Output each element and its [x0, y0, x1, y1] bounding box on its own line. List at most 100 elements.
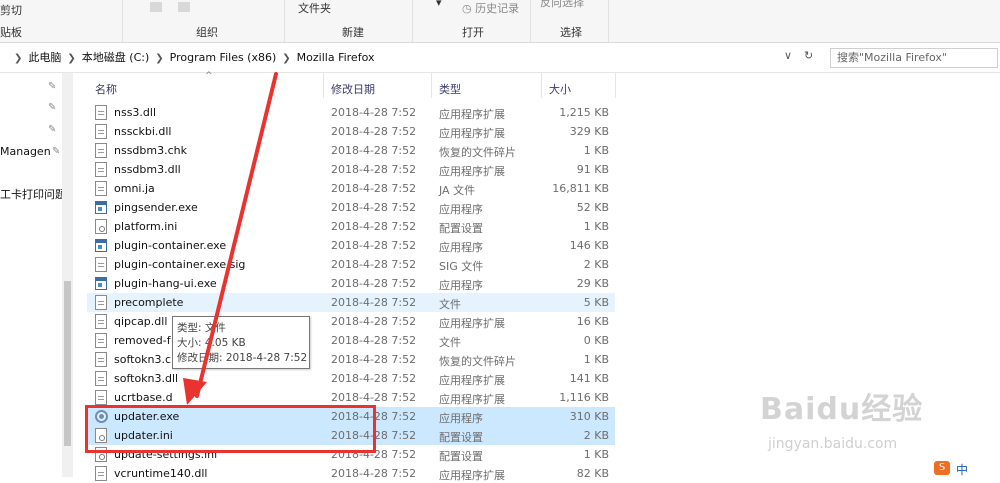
file-size: 16,811 KB [552, 182, 609, 195]
history-button[interactable]: ◷ 历史记录 [462, 0, 519, 16]
file-type: 应用程序 [439, 412, 483, 425]
cut-button[interactable]: 剪切 [0, 2, 22, 18]
file-row[interactable]: plugin-container.exe 2018-4-28 7:52 应用程序 14… [87, 236, 615, 255]
ribbon-divider [412, 0, 413, 42]
column-divider[interactable] [431, 73, 432, 98]
breadcrumb[interactable]: ❯ 此电脑 ❯ 本地磁盘 (C:) ❯ Program Files (x86) ❯ Mozil… [8, 49, 374, 65]
file-size: 52 KB [576, 201, 609, 214]
column-date-header[interactable]: 修改日期 [331, 81, 375, 97]
copy-to-icon[interactable] [178, 2, 190, 12]
column-type-header[interactable]: 类型 [439, 81, 461, 97]
file-size: 5 KB [583, 296, 609, 309]
file-row[interactable]: nssdbm3.dll 2018-4-28 7:52 应用程序扩展 91 KB [87, 160, 615, 179]
file-name: plugin-hang-ui.exe [114, 277, 217, 290]
nav-item-card-print[interactable]: 工卡打印问题 [0, 186, 66, 202]
file-row[interactable]: plugin-container.exe.sig 2018-4-28 7:52 SI… [87, 255, 615, 274]
chevron-right-icon[interactable]: ❯ [14, 53, 22, 64]
pin-icon[interactable]: ✎ [48, 81, 56, 92]
pin-icon[interactable]: ✎ [48, 124, 56, 135]
file-date: 2018-4-28 7:52 [331, 163, 417, 176]
file-date: 2018-4-28 7:52 [331, 315, 417, 328]
system-tray: S 中 [930, 459, 1000, 477]
pin-icon[interactable]: ✎ [48, 102, 56, 113]
file-name: precomplete [114, 296, 184, 309]
highlight-box [85, 405, 376, 453]
file-date: 2018-4-28 7:52 [331, 372, 417, 385]
history-label: 历史记录 [475, 2, 520, 15]
column-divider[interactable] [615, 73, 616, 98]
sort-ascending-icon: ^ [205, 71, 213, 81]
address-bar: ❯ 此电脑 ❯ 本地磁盘 (C:) ❯ Program Files (x86) ❯ Mozil… [0, 43, 1000, 73]
column-size-header[interactable]: 大小 [549, 81, 571, 97]
column-name-header[interactable]: 名称 [95, 81, 117, 97]
file-row[interactable]: vcruntime140.dll 2018-4-28 7:52 应用程序扩展 82 K… [87, 464, 615, 483]
properties-dropdown-icon[interactable]: ▾ [436, 0, 442, 9]
watermark-brand: Baidu经验 [760, 392, 924, 427]
file-type: 配置设置 [439, 450, 483, 463]
file-name: nssckbi.dll [114, 125, 172, 138]
invert-select-button[interactable]: 反向选择 [540, 0, 584, 10]
file-name: qipcap.dll [114, 315, 168, 328]
file-type: 恢复的文件碎片 [439, 146, 516, 159]
file-size: 16 KB [576, 315, 609, 328]
search-input[interactable]: 搜索"Mozilla Firefox" [830, 48, 998, 68]
file-row[interactable]: softokn3.dll 2018-4-28 7:52 应用程序扩展 141 KB [87, 369, 615, 388]
file-row[interactable]: nssckbi.dll 2018-4-28 7:52 应用程序扩展 329 KB [87, 122, 615, 141]
chevron-right-icon[interactable]: ❯ [67, 53, 75, 64]
select-group-label: 选择 [560, 26, 582, 39]
doc-icon [95, 143, 107, 158]
file-date: 2018-4-28 7:52 [331, 353, 417, 366]
chevron-right-icon[interactable]: ❯ [155, 53, 163, 64]
address-history-dropdown-icon[interactable]: ∨ [784, 49, 792, 62]
file-row[interactable]: precomplete 2018-4-28 7:52 文件 5 KB [87, 293, 615, 312]
file-row[interactable]: nssdbm3.chk 2018-4-28 7:52 恢复的文件碎片 1 KB [87, 141, 615, 160]
tooltip-size: 大小: 4.05 KB [177, 337, 246, 349]
file-size: 82 KB [576, 467, 609, 480]
file-size: 141 KB [569, 372, 609, 385]
file-type: 应用程序扩展 [439, 317, 505, 330]
nav-scrollbar-thumb[interactable] [64, 281, 71, 446]
file-row[interactable]: removed-f 2018-4-28 7:52 文件 0 KB [87, 331, 615, 350]
nav-item-managen[interactable]: Managen [0, 145, 51, 158]
file-date: 2018-4-28 7:52 [331, 467, 417, 480]
crumb-local-disk[interactable]: 本地磁盘 (C:) [82, 51, 149, 64]
column-divider[interactable] [323, 73, 324, 98]
file-row[interactable]: omni.ja 2018-4-28 7:52 JA 文件 16,811 KB [87, 179, 615, 198]
crumb-program-files[interactable]: Program Files (x86) [170, 51, 277, 64]
file-row[interactable]: softokn3.c 2018-4-28 7:52 恢复的文件碎片 1 KB [87, 350, 615, 369]
file-type: 应用程序扩展 [439, 127, 505, 140]
file-type: 应用程序扩展 [439, 393, 505, 406]
ribbon: 剪切 贴板 组织 文件夹 新建 ▾ ◷ 历史记录 打开 反向选择 选择 [0, 0, 1000, 43]
file-size: 2 KB [583, 429, 609, 442]
file-tooltip: 类型: 文件 大小: 4.05 KB 修改日期: 2018-4-28 7:52 [172, 316, 310, 369]
file-row[interactable]: qipcap.dll 2018-4-28 7:52 应用程序扩展 16 KB [87, 312, 615, 331]
file-date: 2018-4-28 7:52 [331, 144, 417, 157]
pin-icon[interactable]: ✎ [52, 146, 60, 157]
doc-icon [95, 333, 107, 348]
file-row[interactable]: platform.ini 2018-4-28 7:52 配置设置 1 KB [87, 217, 615, 236]
file-name: plugin-container.exe [114, 239, 227, 252]
file-name: softokn3.c [114, 353, 172, 366]
file-row[interactable]: nss3.dll 2018-4-28 7:52 应用程序扩展 1,215 KB [87, 103, 615, 122]
column-divider[interactable] [541, 73, 542, 98]
doc-icon [95, 181, 107, 196]
file-type: 应用程序扩展 [439, 165, 505, 178]
file-row[interactable]: pingsender.exe 2018-4-28 7:52 应用程序 52 KB [87, 198, 615, 217]
nav-scrollbar[interactable] [62, 73, 73, 477]
chevron-right-icon[interactable]: ❯ [282, 53, 290, 64]
sogou-ime-icon[interactable]: S [934, 461, 950, 475]
file-size: 310 KB [569, 410, 609, 423]
crumb-this-pc[interactable]: 此电脑 [28, 51, 61, 64]
tooltip-date: 修改日期: 2018-4-28 7:52 [177, 352, 308, 364]
move-to-icon[interactable] [150, 2, 162, 12]
refresh-icon[interactable]: ↻ [804, 49, 813, 62]
file-type: JA 文件 [439, 184, 476, 197]
ime-mode-label[interactable]: 中 [956, 461, 968, 478]
doc-icon [95, 105, 107, 120]
crumb-mozilla-firefox[interactable]: Mozilla Firefox [297, 51, 375, 64]
file-name: vcruntime140.dll [114, 467, 208, 480]
doc-icon [95, 352, 107, 367]
file-row[interactable]: plugin-hang-ui.exe 2018-4-28 7:52 应用程序 29 K… [87, 274, 615, 293]
file-size: 2 KB [583, 258, 609, 271]
new-folder-button[interactable]: 文件夹 [298, 0, 331, 16]
